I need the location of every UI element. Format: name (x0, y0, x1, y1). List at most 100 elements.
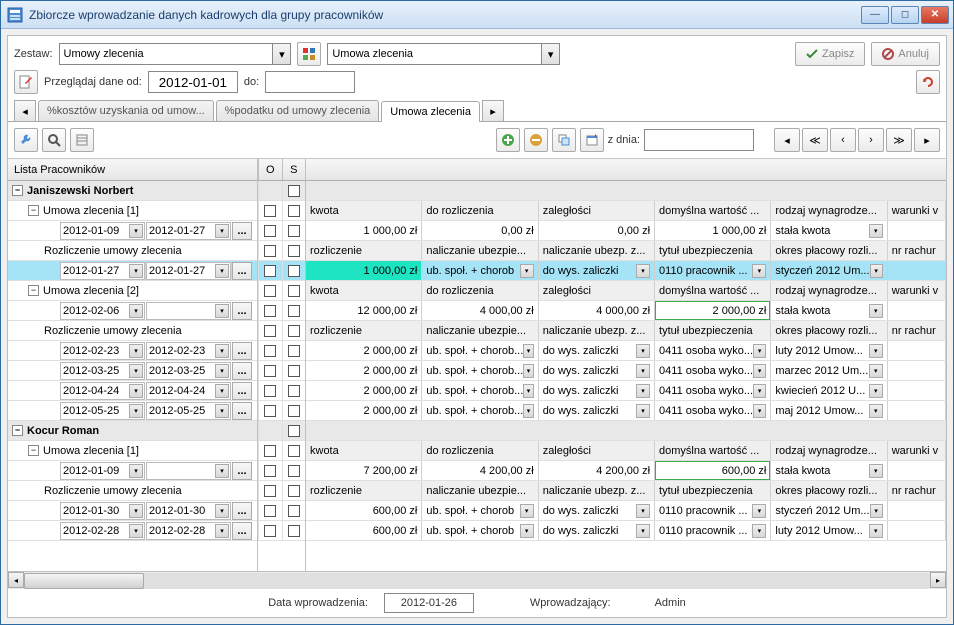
tree-item[interactable]: Rozliczenie umowy zlecenia (8, 481, 257, 501)
cell-c2[interactable]: do wys. zaliczki▾ (539, 381, 655, 400)
more-button[interactable]: ... (232, 302, 252, 320)
chevron-down-icon[interactable]: ▾ (636, 504, 650, 518)
chevron-down-icon[interactable]: ▾ (129, 364, 143, 378)
refresh-button[interactable] (916, 70, 940, 94)
checkbox-o[interactable] (264, 445, 276, 457)
chevron-down-icon[interactable]: ▾ (129, 404, 143, 418)
chevron-down-icon[interactable]: ▾ (869, 224, 883, 238)
tab-prev-button[interactable]: ◂ (14, 100, 36, 121)
chevron-down-icon[interactable]: ▾ (523, 364, 533, 378)
cell-c3[interactable]: 0411 osoba wyko...▾ (655, 361, 771, 380)
date-field[interactable]: 2012-01-09▾ (60, 222, 145, 240)
tree-item[interactable]: −Janiszewski Norbert (8, 181, 257, 201)
tab-koszty[interactable]: %kosztów uzyskania od umow... (38, 100, 214, 121)
cell-c5[interactable] (888, 341, 946, 360)
checkbox-s[interactable] (288, 205, 300, 217)
checkbox-o[interactable] (264, 205, 276, 217)
chevron-down-icon[interactable]: ▾ (636, 344, 650, 358)
cell-c1[interactable]: 4 200,00 zł (422, 461, 538, 480)
chevron-down-icon[interactable]: ▾ (869, 524, 883, 538)
chevron-down-icon[interactable]: ▾ (869, 384, 883, 398)
toggle-icon[interactable]: − (28, 285, 39, 296)
cell-c2[interactable]: 4 200,00 zł (539, 461, 655, 480)
chevron-down-icon[interactable]: ▾ (215, 304, 229, 318)
table-row[interactable]: 2 000,00 złub. społ. + chorob...▾do wys.… (306, 401, 946, 421)
checkbox-s[interactable] (288, 305, 300, 317)
table-row[interactable]: 1 000,00 zł0,00 zł0,00 zł1 000,00 złstał… (306, 221, 946, 241)
chevron-down-icon[interactable]: ▾ (215, 464, 229, 478)
cell-kwota[interactable]: 2 000,00 zł (306, 341, 422, 360)
cell-c3[interactable]: 0411 osoba wyko...▾ (655, 381, 771, 400)
checkbox-s[interactable] (288, 385, 300, 397)
chevron-down-icon[interactable]: ▾ (636, 264, 650, 278)
from-date-tool-input[interactable] (644, 129, 754, 151)
cell-c1[interactable]: ub. społ. + chorob...▾ (422, 341, 538, 360)
checkbox-s[interactable] (288, 445, 300, 457)
more-button[interactable]: ... (232, 402, 252, 420)
table-row[interactable]: 1 000,00 złub. społ. + chorob▾do wys. za… (306, 261, 946, 281)
checkbox-s[interactable] (288, 185, 300, 197)
cell-c2[interactable]: do wys. zaliczki▾ (539, 521, 655, 540)
cell-c2[interactable]: do wys. zaliczki▾ (539, 401, 655, 420)
checkbox-s[interactable] (288, 265, 300, 277)
checkbox-o[interactable] (264, 505, 276, 517)
date-field[interactable]: 2012-03-25▾ (146, 362, 231, 380)
checkbox-s[interactable] (288, 465, 300, 477)
checkbox-o[interactable] (264, 345, 276, 357)
maximize-button[interactable]: ◻ (891, 6, 919, 24)
cell-kwota[interactable]: 2 000,00 zł (306, 381, 422, 400)
date-to-input[interactable] (265, 71, 355, 93)
cell-c4[interactable]: styczeń 2012 Um...▾ (771, 261, 887, 280)
date-field[interactable]: 2012-05-25▾ (60, 402, 145, 420)
chevron-down-icon[interactable]: ▾ (215, 404, 229, 418)
cell-c3[interactable]: 2 000,00 zł (655, 301, 771, 320)
chevron-down-icon[interactable]: ▾ (869, 344, 883, 358)
chevron-down-icon[interactable]: ▾ (636, 524, 650, 538)
chevron-down-icon[interactable]: ▾ (129, 264, 143, 278)
nav-fastfwd-button[interactable]: ≫ (886, 128, 912, 152)
cell-c5[interactable] (888, 261, 946, 280)
cell-c3[interactable]: 0110 pracownik ...▾ (655, 521, 771, 540)
table-row[interactable]: 600,00 złub. społ. + chorob▾do wys. zali… (306, 521, 946, 541)
cell-c5[interactable] (888, 361, 946, 380)
checkbox-s[interactable] (288, 525, 300, 537)
cell-kwota[interactable]: 2 000,00 zł (306, 361, 422, 380)
cell-c4[interactable]: luty 2012 Umow...▾ (771, 521, 887, 540)
cell-c4[interactable]: luty 2012 Umow...▾ (771, 341, 887, 360)
nav-last-button[interactable]: ▸ (914, 128, 940, 152)
tab-next-button[interactable]: ▸ (482, 100, 504, 121)
tab-podatek[interactable]: %podatku od umowy zlecenia (216, 100, 380, 121)
more-button[interactable]: ... (232, 462, 252, 480)
chevron-down-icon[interactable]: ▾ (520, 524, 534, 538)
chevron-down-icon[interactable]: ▾ (869, 304, 883, 318)
checkbox-s[interactable] (288, 245, 300, 257)
chevron-down-icon[interactable]: ▾ (636, 384, 650, 398)
chevron-down-icon[interactable]: ▾ (870, 264, 883, 278)
cell-c5[interactable] (888, 461, 946, 480)
cell-c2[interactable]: 0,00 zł (539, 221, 655, 240)
checkbox-s[interactable] (288, 485, 300, 497)
chevron-down-icon[interactable]: ▾ (523, 404, 533, 418)
doc-combo[interactable]: Umowa zlecenia ▾ (327, 43, 560, 65)
cell-c3[interactable]: 0411 osoba wyko...▾ (655, 401, 771, 420)
chevron-down-icon[interactable]: ▾ (753, 364, 766, 378)
toggle-icon[interactable]: − (12, 425, 23, 436)
checkbox-s[interactable] (288, 325, 300, 337)
tree-item[interactable]: −Umowa zlecenia [1] (8, 201, 257, 221)
cell-c5[interactable] (888, 521, 946, 540)
checkbox-o[interactable] (264, 305, 276, 317)
chevron-down-icon[interactable]: ▾ (636, 404, 650, 418)
tree-item[interactable]: −Umowa zlecenia [2] (8, 281, 257, 301)
chevron-down-icon[interactable]: ▾ (215, 364, 229, 378)
toggle-icon[interactable]: − (28, 205, 39, 216)
date-field[interactable]: 2012-02-28▾ (60, 522, 145, 540)
minimize-button[interactable]: — (861, 6, 889, 24)
checkbox-s[interactable] (288, 425, 300, 437)
nav-first-button[interactable]: ◂ (774, 128, 800, 152)
chevron-down-icon[interactable]: ▾ (753, 404, 766, 418)
chevron-down-icon[interactable]: ▾ (869, 464, 883, 478)
table-row[interactable]: 12 000,00 zł4 000,00 zł4 000,00 zł2 000,… (306, 301, 946, 321)
cell-c4[interactable]: kwiecień 2012 U...▾ (771, 381, 887, 400)
date-field[interactable]: ▾ (146, 302, 231, 320)
table-row[interactable]: 2 000,00 złub. społ. + chorob...▾do wys.… (306, 361, 946, 381)
